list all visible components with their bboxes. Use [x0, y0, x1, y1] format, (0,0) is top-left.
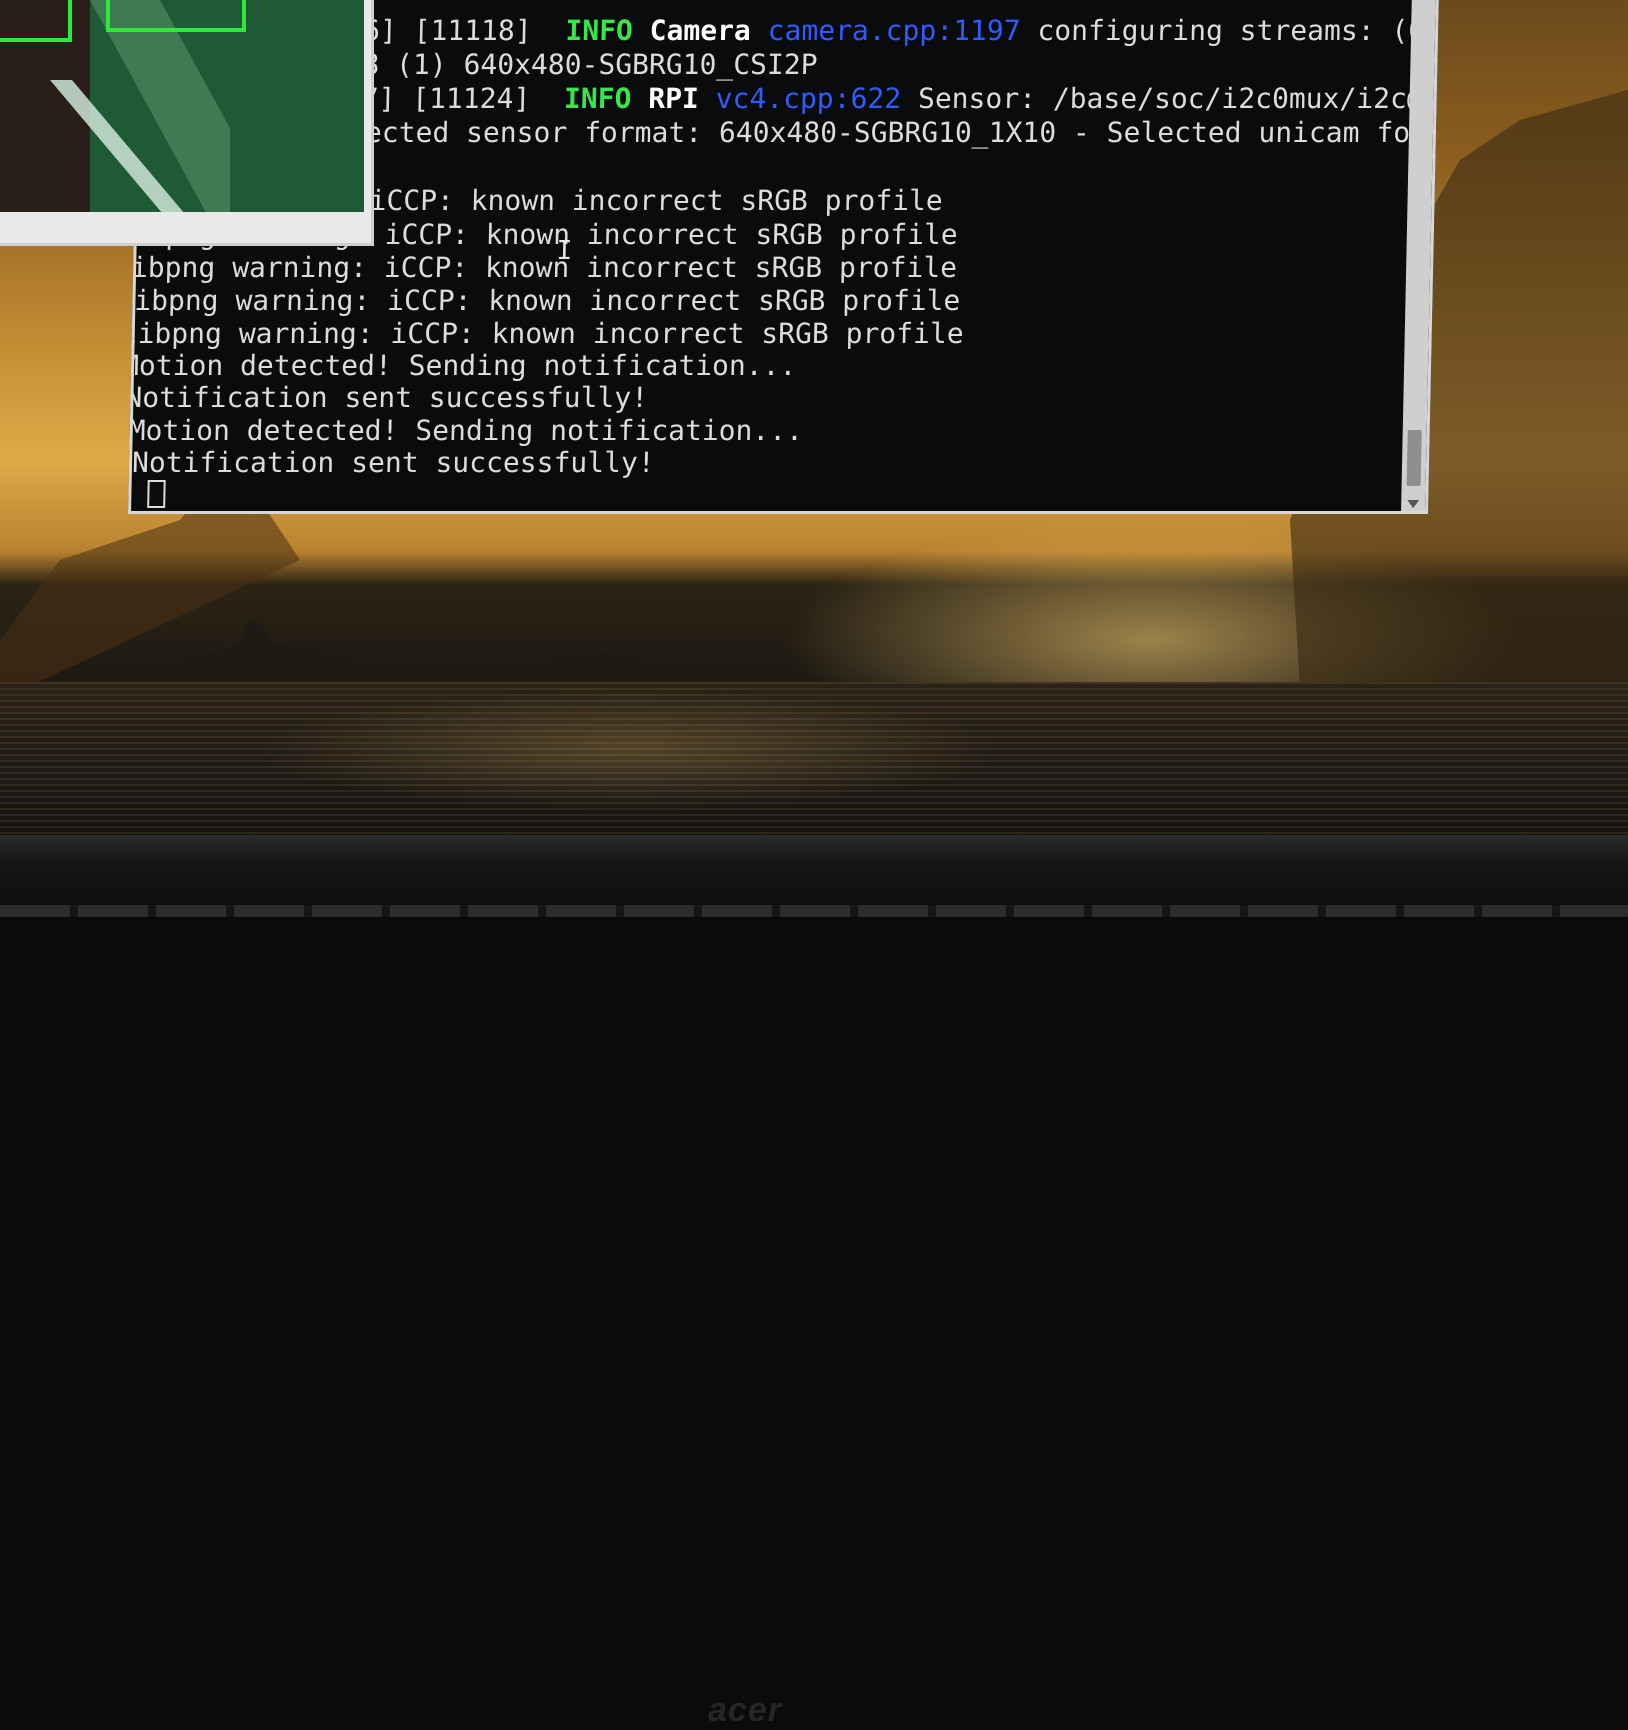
terminal-segment: 8 (1) 640x480-SGBRG10_CSI2P: [362, 48, 818, 81]
terminal-line: ected sensor format: 640x480-SGBRG10_1X1…: [364, 116, 1428, 149]
terminal-segment: 7] [11124]: [361, 82, 565, 115]
terminal-line: 8 (1) 640x480-SGBRG10_CSI2P: [362, 48, 818, 81]
motion-detection-box: [0, 0, 72, 42]
terminal-segment: vc4.cpp:622: [715, 82, 902, 115]
terminal-segment: libpng warning: iCCP: known incorrect sR…: [128, 317, 965, 350]
terminal-segment: Motion detected! Sending notification...: [128, 414, 804, 447]
terminal-segment: libpng warning: iCCP: known incorrect sR…: [128, 251, 958, 284]
terminal-line: 7] [11124] INFO RPI vc4.cpp:622 Sensor: …: [361, 82, 1425, 115]
terminal-line: libpng warning: iCCP: known incorrect sR…: [128, 317, 965, 350]
terminal-line: libpng warning: iCCP: known incorrect sR…: [128, 251, 958, 284]
terminal-line: iCCP: known incorrect sRGB profile: [369, 184, 944, 217]
terminal-segment: Motion detected! Sending notification...: [128, 349, 797, 382]
terminal-segment: libpng warning: iCCP: known incorrect sR…: [128, 284, 961, 317]
terminal-segment: iCCP: known incorrect sRGB profile: [369, 184, 944, 217]
terminal-line: Notification sent successfully!: [131, 446, 656, 479]
terminal-line: 6] [11118] INFO Camera camera.cpp:1197 c…: [362, 14, 1426, 47]
terminal-segment: Camera: [632, 14, 769, 47]
terminal-segment: 6] [11118]: [362, 14, 566, 47]
terminal-line: Motion detected! Sending notification...: [128, 349, 797, 382]
terminal-segment: INFO: [565, 14, 634, 47]
text-cursor: [147, 480, 166, 508]
camera-preview-window[interactable]: [0, 0, 374, 246]
terminal-segment: Notification sent successfully!: [131, 446, 656, 479]
sea-glint: [250, 690, 1010, 810]
monitor-brand-logo: acer: [708, 1691, 782, 1729]
terminal-line: Notification sent successfully!: [128, 381, 649, 414]
terminal-segment: camera.cpp:1197: [767, 14, 1021, 47]
scroll-down-icon[interactable]: [1407, 500, 1420, 508]
terminal-segment: Notification sent successfully!: [128, 381, 649, 414]
terminal-segment: ected sensor format: 640x480-SGBRG10_1X1…: [364, 116, 1428, 149]
mouse-ibeam-cursor: I: [556, 236, 573, 266]
terminal-segment: INFO: [563, 82, 632, 115]
keyboard-edge: [0, 905, 1628, 917]
motion-detection-box: [106, 0, 246, 32]
camera-feed: [0, 0, 364, 212]
scrollbar-thumb[interactable]: [1406, 430, 1422, 486]
terminal-segment: Sensor: /base/soc/i2c0mux/i2c@: [900, 82, 1425, 115]
terminal-line: libpng warning: iCCP: known incorrect sR…: [128, 284, 961, 317]
terminal-segment: configuring streams: (0: [1020, 14, 1426, 47]
terminal-line: Motion detected! Sending notification...: [128, 414, 804, 447]
terminal-segment: RPI: [631, 82, 717, 115]
